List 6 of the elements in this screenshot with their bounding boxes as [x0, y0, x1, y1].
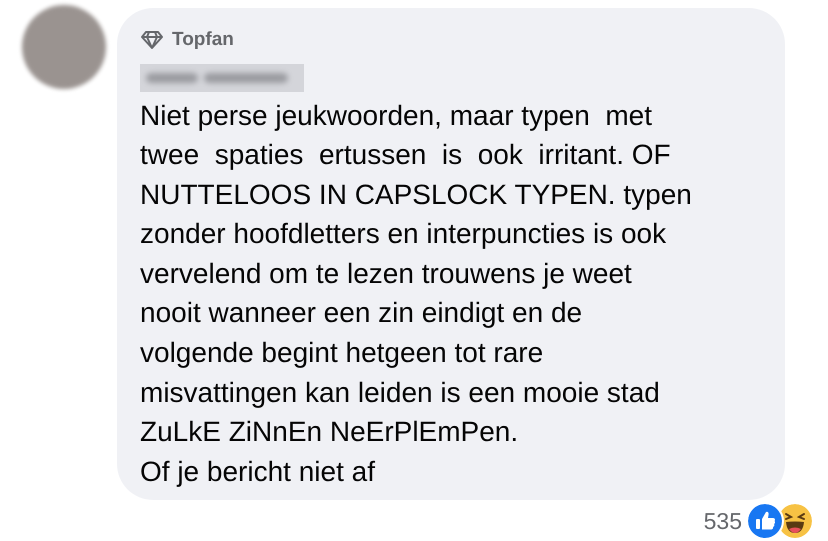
diamond-icon: [140, 30, 164, 50]
avatar[interactable]: [22, 5, 106, 89]
comment-text: Niet perse jeukwoorden, maar typen met twee spaties ertussen is ook irritant. OF NUTTELOOS IN CAPSLOCK TYPEN. typen zonder hoofdletters en interpuncties is ook vervelend om te lezen trouwens je weet nooit wanneer een zin eindigt en de volgende begint hetgeen tot rare misvattingen kan leiden is een mooie stad ZuLkE ZiNnEn NeErPlEmPen. Of je bericht niet af: [140, 98, 693, 489]
reaction-count[interactable]: 535: [704, 504, 742, 538]
badge-label: Topfan: [172, 28, 234, 52]
thumbs-up-icon: [748, 504, 782, 538]
